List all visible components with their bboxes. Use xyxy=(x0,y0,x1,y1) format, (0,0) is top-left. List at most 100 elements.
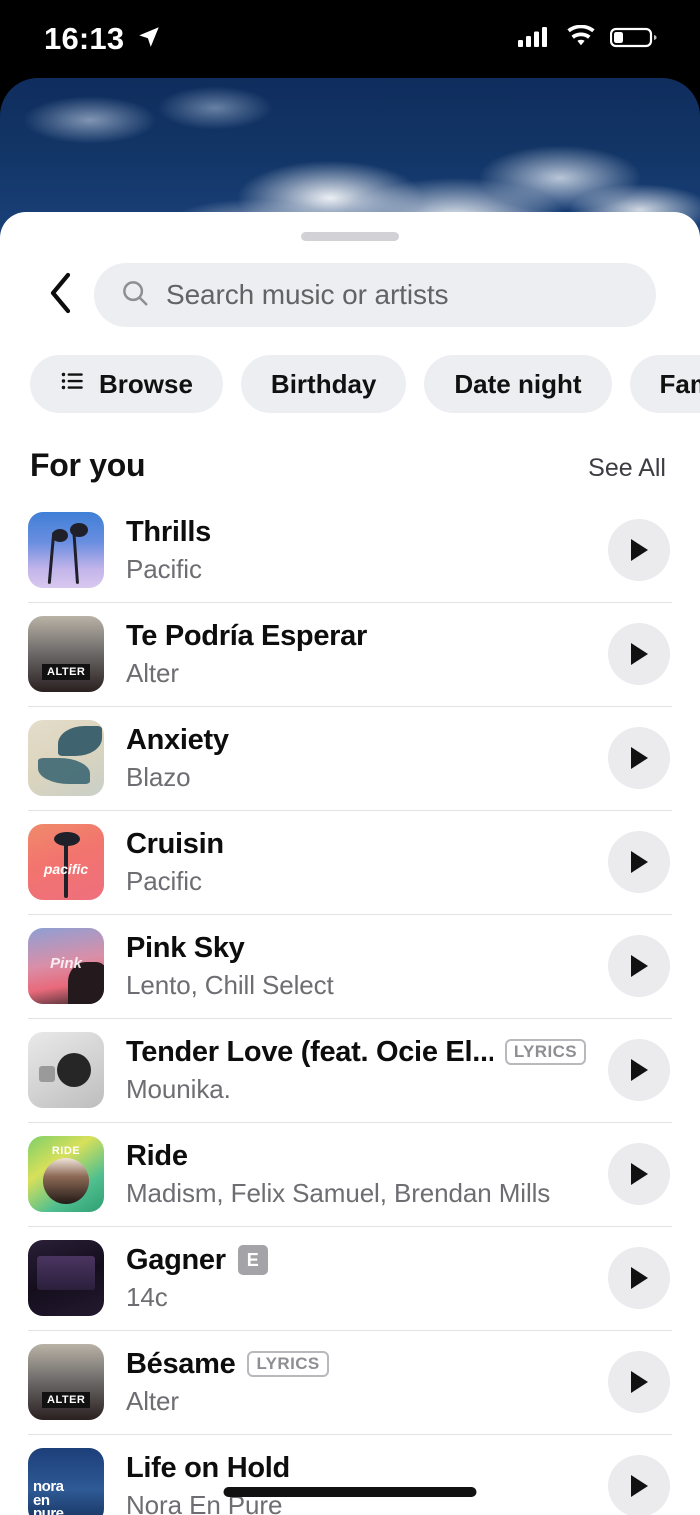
status-bar-left: 16:13 xyxy=(44,21,162,57)
play-button[interactable] xyxy=(608,623,670,685)
track-title-line: Gagner E xyxy=(126,1244,586,1277)
track-artist: Alter xyxy=(126,1385,179,1416)
play-button[interactable] xyxy=(608,831,670,893)
track-title-line: Te Podría Esperar xyxy=(126,620,586,653)
track-artist: Pacific xyxy=(126,865,202,896)
chip-label: Birthday xyxy=(270,368,377,399)
track-title: Gagner xyxy=(126,1243,226,1276)
lyrics-badge: LYRICS xyxy=(504,1039,586,1065)
artwork-label: Pink xyxy=(50,955,82,972)
track-meta: Bésame LYRICS Alter xyxy=(126,1348,586,1417)
play-button[interactable] xyxy=(608,935,670,997)
section-title: For you xyxy=(30,447,146,483)
home-indicator[interactable] xyxy=(223,1487,477,1497)
status-bar-clock: 16:13 xyxy=(44,21,125,56)
track-artist: Alter xyxy=(126,657,179,688)
search-row: Search music or artists xyxy=(0,241,700,327)
track-title-line: Pink Sky xyxy=(126,932,586,965)
search-icon xyxy=(120,278,150,313)
play-button[interactable] xyxy=(608,1351,670,1413)
track-title: Bésame xyxy=(126,1347,236,1380)
track-meta: Tender Love (feat. Ocie El... LYRICS Mou… xyxy=(126,1036,586,1105)
track-title: Thrills xyxy=(126,515,211,548)
see-all-link[interactable]: See All xyxy=(588,454,666,483)
album-artwork: ALTER xyxy=(28,616,104,692)
track-title-line: Bésame LYRICS xyxy=(126,1348,586,1381)
track-meta: Thrills Pacific xyxy=(126,516,586,585)
chip-browse[interactable]: Browse xyxy=(30,355,223,413)
album-artwork: RIDE xyxy=(28,1136,104,1212)
track-meta: Pink Sky Lento, Chill Select xyxy=(126,932,586,1001)
artwork-label: ALTER xyxy=(42,1392,91,1408)
chip-date-night[interactable]: Date night xyxy=(424,355,612,413)
artwork-label: ALTER xyxy=(42,664,91,680)
chip-family[interactable]: Family xyxy=(629,355,700,413)
track-row[interactable]: Gagner E 14c xyxy=(0,1226,700,1330)
artwork-shape xyxy=(57,1053,91,1087)
lyrics-badge: LYRICS xyxy=(247,1351,329,1377)
track-row[interactable]: Thrills Pacific xyxy=(0,498,700,602)
track-row[interactable]: ALTER Bésame LYRICS Alter xyxy=(0,1330,700,1434)
track-row[interactable]: pacific Cruisin Pacific xyxy=(0,810,700,914)
track-artist: 14c xyxy=(126,1281,168,1312)
cellular-signal-icon xyxy=(518,25,552,54)
track-list: Thrills Pacific ALTER Te Podría Esperar … xyxy=(0,498,700,1515)
track-title-line: Tender Love (feat. Ocie El... LYRICS xyxy=(126,1036,586,1069)
play-button[interactable] xyxy=(608,519,670,581)
play-button[interactable] xyxy=(608,1143,670,1205)
play-button[interactable] xyxy=(608,1247,670,1309)
track-title-line: Ride xyxy=(126,1140,586,1173)
track-title-line: Life on Hold xyxy=(126,1452,586,1485)
album-artwork: pacific xyxy=(28,824,104,900)
track-title-line: Thrills xyxy=(126,516,586,549)
track-row[interactable]: ALTER Te Podría Esperar Alter xyxy=(0,602,700,706)
track-row[interactable]: Anxiety Blazo xyxy=(0,706,700,810)
play-button[interactable] xyxy=(608,727,670,789)
explicit-badge: E xyxy=(237,1245,268,1275)
location-arrow-icon xyxy=(136,24,162,55)
album-artwork: nora en pure xyxy=(28,1448,104,1515)
track-title: Tender Love (feat. Ocie El... xyxy=(126,1035,493,1068)
track-title: Life on Hold xyxy=(126,1451,290,1484)
track-meta: Te Podría Esperar Alter xyxy=(126,620,586,689)
filter-chip-row[interactable]: Browse Birthday Date night Family xyxy=(0,327,700,413)
album-artwork xyxy=(28,1240,104,1316)
battery-low-icon xyxy=(609,25,658,54)
chevron-left-icon xyxy=(46,271,74,320)
track-title: Te Podría Esperar xyxy=(126,619,367,652)
back-button[interactable] xyxy=(38,270,82,320)
track-title: Anxiety xyxy=(126,723,229,756)
track-meta: Anxiety Blazo xyxy=(126,724,586,793)
artwork-label: RIDE xyxy=(51,1145,81,1157)
track-meta: Ride Madism, Felix Samuel, Brendan Mills xyxy=(126,1140,586,1209)
track-title: Ride xyxy=(126,1139,188,1172)
track-title-line: Anxiety xyxy=(126,724,586,757)
search-input[interactable]: Search music or artists xyxy=(94,263,656,327)
wifi-icon xyxy=(565,24,597,54)
play-button[interactable] xyxy=(608,1039,670,1101)
chip-label: Family xyxy=(659,368,700,399)
sheet-drag-handle[interactable] xyxy=(301,232,399,241)
chip-birthday[interactable]: Birthday xyxy=(240,355,407,413)
album-artwork xyxy=(28,1032,104,1108)
track-title-line: Cruisin xyxy=(126,828,586,861)
list-icon xyxy=(60,368,86,401)
status-bar-right xyxy=(518,24,658,54)
track-artist: Blazo xyxy=(126,761,191,792)
track-artist: Mounika. xyxy=(126,1073,231,1104)
track-title: Cruisin xyxy=(126,827,224,860)
chip-label: Browse xyxy=(99,368,193,399)
track-row[interactable]: Tender Love (feat. Ocie El... LYRICS Mou… xyxy=(0,1018,700,1122)
track-row[interactable]: RIDE Ride Madism, Felix Samuel, Brendan … xyxy=(0,1122,700,1226)
play-button[interactable] xyxy=(608,1455,670,1515)
track-row[interactable]: nora en pure Life on Hold Nora En Pure xyxy=(0,1434,700,1515)
album-artwork: ALTER xyxy=(28,1344,104,1420)
track-artist: Lento, Chill Select xyxy=(126,969,334,1000)
search-placeholder: Search music or artists xyxy=(166,279,449,310)
track-row[interactable]: Pink Pink Sky Lento, Chill Select xyxy=(0,914,700,1018)
artwork-label: pacific xyxy=(43,861,89,877)
track-artist: Madism, Felix Samuel, Brendan Mills xyxy=(126,1177,551,1208)
track-meta: Cruisin Pacific xyxy=(126,828,586,897)
music-picker-sheet: Search music or artists Browse Birthday … xyxy=(0,212,700,1515)
artwork-shape xyxy=(43,1158,89,1204)
